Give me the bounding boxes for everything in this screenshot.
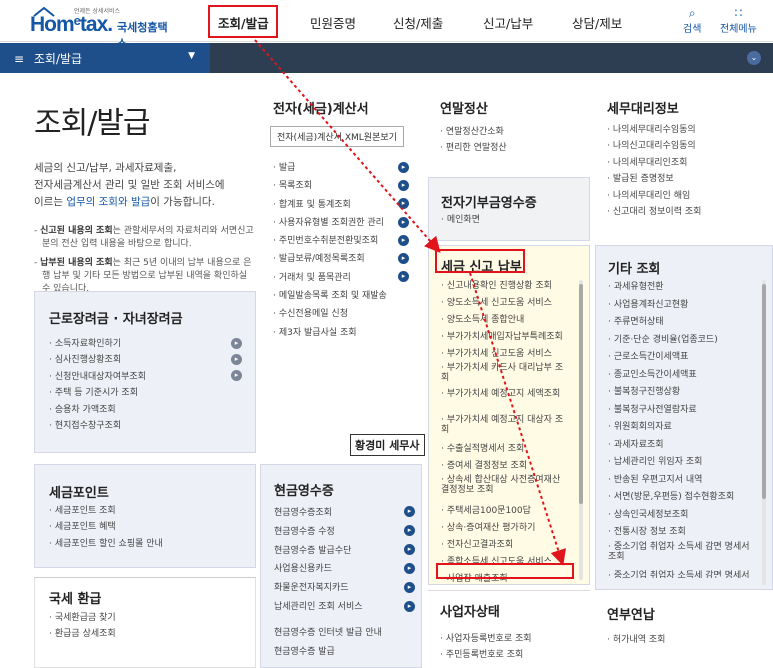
annotation-arrows xyxy=(254,39,566,566)
arrow-nav-to-tax-report xyxy=(254,39,441,254)
arrow-tax-report-to-comprehensive xyxy=(469,272,566,566)
